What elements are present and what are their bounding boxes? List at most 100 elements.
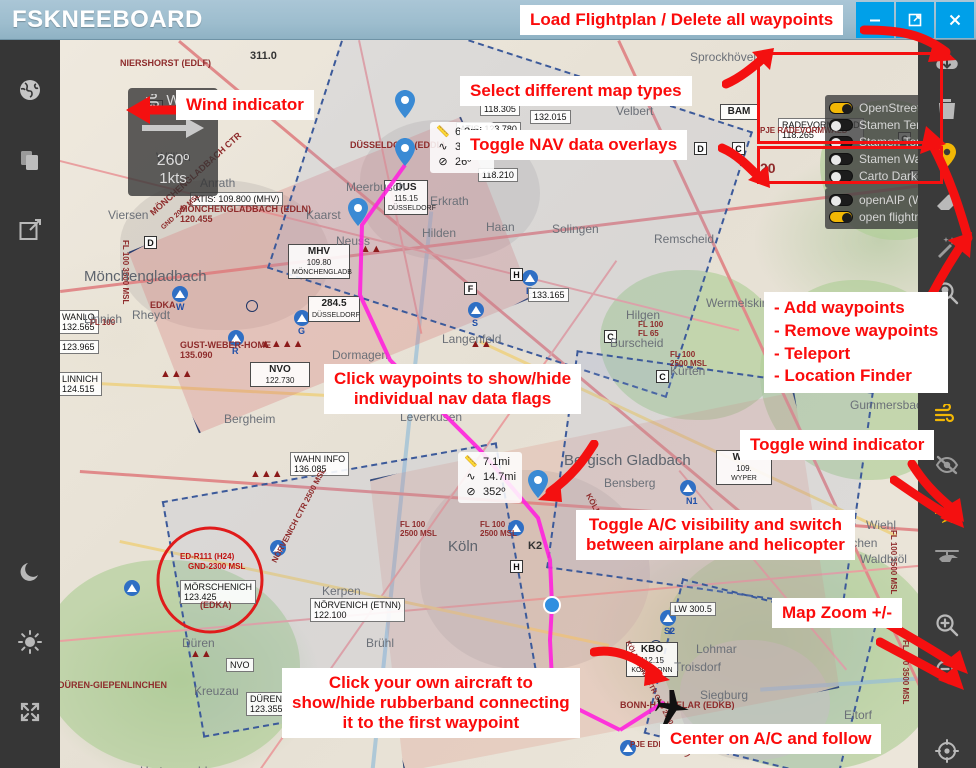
town-label: Burscheid	[610, 336, 664, 350]
flag-total: 14.7mi	[483, 470, 517, 483]
town-label: Viersen	[108, 208, 149, 222]
annotation-click-aircraft: Click your own aircraft to show/hide rub…	[282, 668, 580, 739]
annotation-waypoint-tools: - Add waypoints - Remove waypoints - Tel…	[764, 292, 949, 394]
globe-icon-button[interactable]	[0, 62, 60, 118]
town-label: Waldbröl	[860, 552, 907, 566]
town-label: Rheydt	[132, 308, 171, 322]
waypoint-marker[interactable]	[395, 90, 415, 118]
annotation-map-zoom: Map Zoom +/-	[772, 598, 903, 629]
navaid-box-mhv: MHV 109.80 MÖNCHENGLADB	[288, 244, 352, 279]
airport-label-eda: DÜREN-GIEPENLINCHEN	[60, 680, 168, 690]
map-obstacles: ▲▲▲	[250, 468, 283, 480]
map-label-restricted-alt: GND-2300 MSL	[188, 562, 246, 571]
town-label: Troisdorf	[674, 660, 721, 674]
zoom-out-icon-button[interactable]	[918, 648, 976, 694]
helicopter-icon-button[interactable]	[918, 534, 976, 580]
crosshair-center-icon-button[interactable]	[918, 728, 976, 768]
town-label: Kürten	[670, 364, 706, 378]
toggle-switch[interactable]	[829, 194, 853, 206]
resize-horizontal-icon-button[interactable]	[0, 754, 60, 768]
zoom-in-icon	[936, 614, 959, 637]
town-label: Bensberg	[604, 476, 656, 490]
airport-label-edln: MÖNCHENGLADBACH (EDLN) 120.455	[180, 204, 311, 224]
expand-fullscreen-icon	[20, 702, 40, 722]
town-label: Kaarst	[306, 208, 341, 222]
airplane-icon	[935, 500, 959, 523]
freq-box-6: NÖRVENICH (ETNN) 122.100	[310, 598, 405, 622]
wind-icon	[146, 93, 160, 107]
town-label: Gummersbach	[850, 398, 918, 412]
wind-icon: ∿	[438, 140, 448, 153]
toggle-switch[interactable]	[829, 211, 853, 223]
town-label: Hilden	[422, 226, 457, 240]
moon-icon	[20, 563, 38, 581]
navaid-box-bam: BAM	[720, 104, 758, 120]
overlay-toggle-openaip[interactable]: openAIP (Worldwide)	[829, 192, 918, 208]
flag-distance: 7.1mi	[483, 456, 510, 468]
freq-box-11: 133.165	[528, 288, 569, 302]
nav-overlay-panel[interactable]: openAIP (Worldwide) open flightmaps (Eur…	[825, 188, 918, 229]
nav-data-flag[interactable]: 📏 7.1mi ∿ 14.7mi ⊘ 352º	[458, 452, 523, 503]
edit-note-icon-button[interactable]	[0, 202, 60, 258]
town-label: Bergisch Gladbach	[564, 452, 691, 469]
annotation-click-waypoints: Click waypoints to show/hide individual …	[324, 364, 582, 415]
eraser-icon-button[interactable]	[918, 178, 976, 224]
town-label: Erkrath	[430, 194, 469, 208]
clipboard-icon-button[interactable]	[0, 132, 60, 188]
airspace-class-box: H	[510, 560, 523, 573]
minimize-button[interactable]	[856, 2, 894, 38]
airspace-class-box: H	[510, 268, 523, 281]
wind-speed: 1kts	[159, 170, 187, 187]
reporting-point	[468, 302, 484, 318]
overlay-label: open flightmaps (Europe)	[859, 210, 918, 224]
edka-label-2: (EDKA)	[200, 600, 232, 610]
annotation-wind-indicator: Wind indicator	[176, 90, 314, 121]
annotation-select-map-types: Select different map types	[460, 76, 692, 107]
waypoint-marker[interactable]	[395, 138, 415, 166]
magic-wand-icon-button[interactable]	[918, 224, 976, 270]
flight-level-label: FL 100 2500 MSL	[400, 520, 437, 538]
town-label: Sprockhövel	[690, 50, 757, 64]
town-label: Lohmar	[696, 642, 737, 656]
town-label: Haan	[486, 220, 515, 234]
eye-slash-icon	[935, 455, 959, 475]
freq-box-14: LW 300.5	[670, 602, 716, 616]
ruler-icon: 📏	[436, 126, 450, 138]
zoom-in-icon-button[interactable]	[918, 602, 976, 648]
navaid-box-nvo: NVO 122.730	[250, 362, 310, 387]
moon-icon-button[interactable]	[0, 544, 60, 600]
town-label: Kreuzau	[194, 684, 239, 698]
map-label-restricted: ED-R111 (H24)	[180, 552, 235, 561]
reporting-point	[124, 580, 140, 596]
town-label: Brühl	[366, 636, 395, 650]
map-obstacles: ▲▲	[190, 648, 212, 660]
town-label: Hurtgenwald	[140, 764, 207, 768]
crosshair-center-icon	[935, 739, 959, 763]
wind-icon	[935, 404, 954, 423]
wind-icon: ∿	[466, 470, 476, 483]
airspace-class-box: C	[732, 142, 745, 155]
eraser-icon	[937, 194, 957, 210]
close-button[interactable]	[936, 2, 974, 38]
clipboard-icon	[21, 151, 38, 170]
restore-button[interactable]	[896, 2, 934, 38]
expand-fullscreen-icon-button[interactable]	[0, 684, 60, 740]
annotation-center-ac: Center on A/C and follow	[660, 724, 882, 755]
overlay-toggle-openflightmaps[interactable]: open flightmaps (Europe)	[829, 209, 918, 225]
freq-box-4: 123.965	[60, 340, 99, 354]
town-label: Wiehl	[866, 518, 897, 532]
town-label: Velbert	[616, 104, 654, 118]
sun-brightness-icon-button[interactable]	[0, 614, 60, 670]
town-label: Mönchengladbach	[84, 268, 207, 285]
left-sidebar	[0, 40, 60, 768]
app-title: FSKNEEBOARD	[12, 5, 203, 33]
edit-note-icon	[19, 219, 41, 240]
reporting-point-label: N1	[686, 496, 698, 506]
airplane-icon-button[interactable]	[918, 488, 976, 534]
waypoint-marker[interactable]	[528, 470, 548, 498]
waypoint-marker[interactable]	[348, 198, 368, 226]
flight-level-label: FL 100 2500 MSL	[480, 520, 517, 538]
waypoint-marker[interactable]	[542, 595, 562, 623]
reporting-point-label: S	[472, 318, 479, 328]
helicopter-icon	[935, 550, 959, 562]
